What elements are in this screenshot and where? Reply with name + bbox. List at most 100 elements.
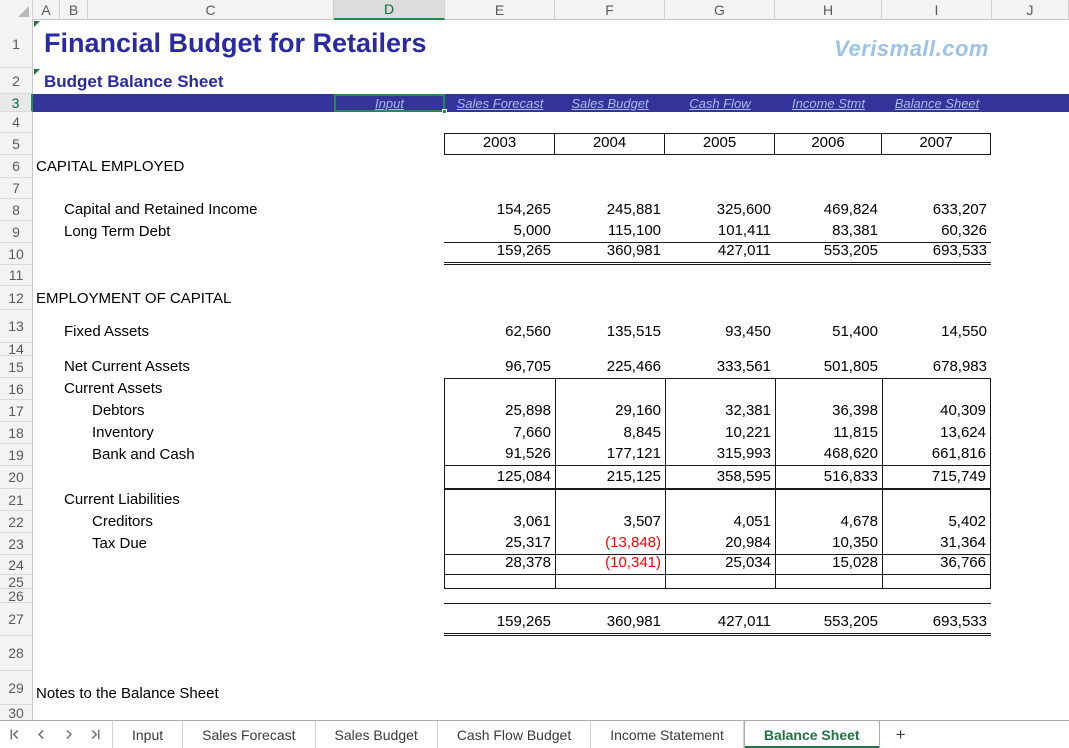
- value-cell[interactable]: 135,515: [555, 310, 665, 343]
- value-cell[interactable]: 25,317: [444, 533, 555, 555]
- last-sheet-icon[interactable]: [89, 728, 102, 741]
- section-label[interactable]: CAPITAL EMPLOYED: [36, 158, 184, 175]
- row-header-2[interactable]: 2: [0, 68, 33, 94]
- value-cell[interactable]: 315,993: [665, 444, 775, 466]
- sheet-title-cell[interactable]: Financial Budget for Retailers: [44, 28, 427, 59]
- value-cell[interactable]: 4,678: [775, 511, 882, 533]
- next-sheet-icon[interactable]: [62, 728, 75, 741]
- year-header-cell[interactable]: 2004: [555, 133, 665, 155]
- value-cell[interactable]: 8,845: [555, 422, 665, 444]
- nav-link-cash-flow[interactable]: Cash Flow: [665, 94, 775, 112]
- row-header-28[interactable]: 28: [0, 636, 33, 671]
- value-cell[interactable]: 469,824: [775, 199, 882, 221]
- value-cell[interactable]: 553,205: [775, 603, 882, 636]
- value-cell[interactable]: 159,265: [444, 603, 555, 636]
- value-cell[interactable]: 427,011: [665, 243, 775, 265]
- row-label[interactable]: Fixed Assets: [64, 323, 149, 340]
- row-header-1[interactable]: 1: [0, 20, 33, 68]
- value-cell[interactable]: 115,100: [555, 221, 665, 243]
- value-cell[interactable]: [555, 575, 665, 589]
- value-cell[interactable]: 5,402: [882, 511, 991, 533]
- value-cell[interactable]: 13,624: [882, 422, 991, 444]
- value-cell[interactable]: 360,981: [555, 243, 665, 265]
- nav-link-input[interactable]: Input: [375, 94, 404, 112]
- row-label[interactable]: Capital and Retained Income: [64, 201, 257, 218]
- sheet-tab-sales-forecast[interactable]: Sales Forecast: [183, 721, 315, 748]
- first-sheet-icon[interactable]: [8, 728, 21, 741]
- row-label[interactable]: Creditors: [92, 513, 153, 530]
- value-cell[interactable]: 5,000: [444, 221, 555, 243]
- value-cell[interactable]: [444, 489, 555, 511]
- value-cell[interactable]: 15,028: [775, 555, 882, 575]
- value-cell[interactable]: 31,364: [882, 533, 991, 555]
- row-label[interactable]: Current Liabilities: [64, 491, 180, 508]
- value-cell[interactable]: 7,660: [444, 422, 555, 444]
- value-cell[interactable]: 125,084: [444, 466, 555, 489]
- brand-logo-text[interactable]: Verismall.com: [834, 36, 989, 62]
- value-cell[interactable]: 96,705: [444, 356, 555, 378]
- row-label[interactable]: Bank and Cash: [92, 446, 195, 463]
- row-label[interactable]: Inventory: [92, 424, 154, 441]
- value-cell[interactable]: 60,326: [882, 221, 991, 243]
- row-label[interactable]: Net Current Assets: [64, 358, 190, 375]
- value-cell[interactable]: [444, 378, 555, 400]
- row-label[interactable]: Tax Due: [92, 535, 147, 552]
- value-cell[interactable]: 11,815: [775, 422, 882, 444]
- value-cell[interactable]: 693,533: [882, 243, 991, 265]
- value-cell[interactable]: 633,207: [882, 199, 991, 221]
- value-cell[interactable]: 4,051: [665, 511, 775, 533]
- row-header-4[interactable]: 4: [0, 112, 33, 133]
- value-cell[interactable]: [444, 575, 555, 589]
- value-cell[interactable]: 14,550: [882, 310, 991, 343]
- value-cell[interactable]: 678,983: [882, 356, 991, 378]
- value-cell[interactable]: [882, 575, 991, 589]
- year-header-cell[interactable]: 2007: [882, 133, 991, 155]
- sheet-tab-income-statement[interactable]: Income Statement: [591, 721, 744, 748]
- column-header-j[interactable]: J: [992, 0, 1069, 20]
- previous-sheet-icon[interactable]: [35, 728, 48, 741]
- row-label[interactable]: Long Term Debt: [64, 223, 170, 240]
- year-header-cell[interactable]: 2005: [665, 133, 775, 155]
- value-cell[interactable]: 177,121: [555, 444, 665, 466]
- column-header-d[interactable]: D: [334, 0, 445, 20]
- value-cell[interactable]: 32,381: [665, 400, 775, 422]
- row-header-26[interactable]: 26: [0, 589, 33, 603]
- value-cell[interactable]: [775, 489, 882, 511]
- year-header-cell[interactable]: 2003: [444, 133, 555, 155]
- value-cell[interactable]: 245,881: [555, 199, 665, 221]
- value-cell[interactable]: [665, 378, 775, 400]
- add-sheet-button[interactable]: +: [880, 721, 922, 748]
- value-cell[interactable]: 225,466: [555, 356, 665, 378]
- column-header-c[interactable]: C: [88, 0, 334, 20]
- value-cell[interactable]: 427,011: [665, 603, 775, 636]
- nav-link-balance-sheet[interactable]: Balance Sheet: [882, 94, 992, 112]
- row-header-14[interactable]: 14: [0, 343, 33, 356]
- value-cell[interactable]: [665, 575, 775, 589]
- column-header-i[interactable]: I: [882, 0, 992, 20]
- value-cell[interactable]: [775, 575, 882, 589]
- value-cell[interactable]: 333,561: [665, 356, 775, 378]
- value-cell[interactable]: [555, 489, 665, 511]
- row-header-11[interactable]: 11: [0, 265, 33, 286]
- sheet-tab-balance-sheet[interactable]: Balance Sheet: [744, 721, 880, 748]
- value-cell[interactable]: 159,265: [444, 243, 555, 265]
- nav-link-sales-forecast[interactable]: Sales Forecast: [445, 94, 555, 112]
- column-header-b[interactable]: B: [60, 0, 88, 20]
- value-cell[interactable]: 693,533: [882, 603, 991, 636]
- row-header-30[interactable]: 30: [0, 705, 33, 721]
- value-cell[interactable]: [665, 489, 775, 511]
- value-cell[interactable]: (10,341): [555, 555, 665, 575]
- value-cell[interactable]: 10,350: [775, 533, 882, 555]
- value-cell[interactable]: [882, 378, 991, 400]
- value-cell[interactable]: 468,620: [775, 444, 882, 466]
- value-cell[interactable]: 715,749: [882, 466, 991, 489]
- nav-link-income-stmt[interactable]: Income Stmt: [775, 94, 882, 112]
- value-cell[interactable]: 62,560: [444, 310, 555, 343]
- value-cell[interactable]: 25,898: [444, 400, 555, 422]
- nav-link-sales-budget[interactable]: Sales Budget: [555, 94, 665, 112]
- value-cell[interactable]: 3,507: [555, 511, 665, 533]
- value-cell[interactable]: 20,984: [665, 533, 775, 555]
- value-cell[interactable]: 154,265: [444, 199, 555, 221]
- sheet-tab-cash-flow-budget[interactable]: Cash Flow Budget: [438, 721, 591, 748]
- value-cell[interactable]: 40,309: [882, 400, 991, 422]
